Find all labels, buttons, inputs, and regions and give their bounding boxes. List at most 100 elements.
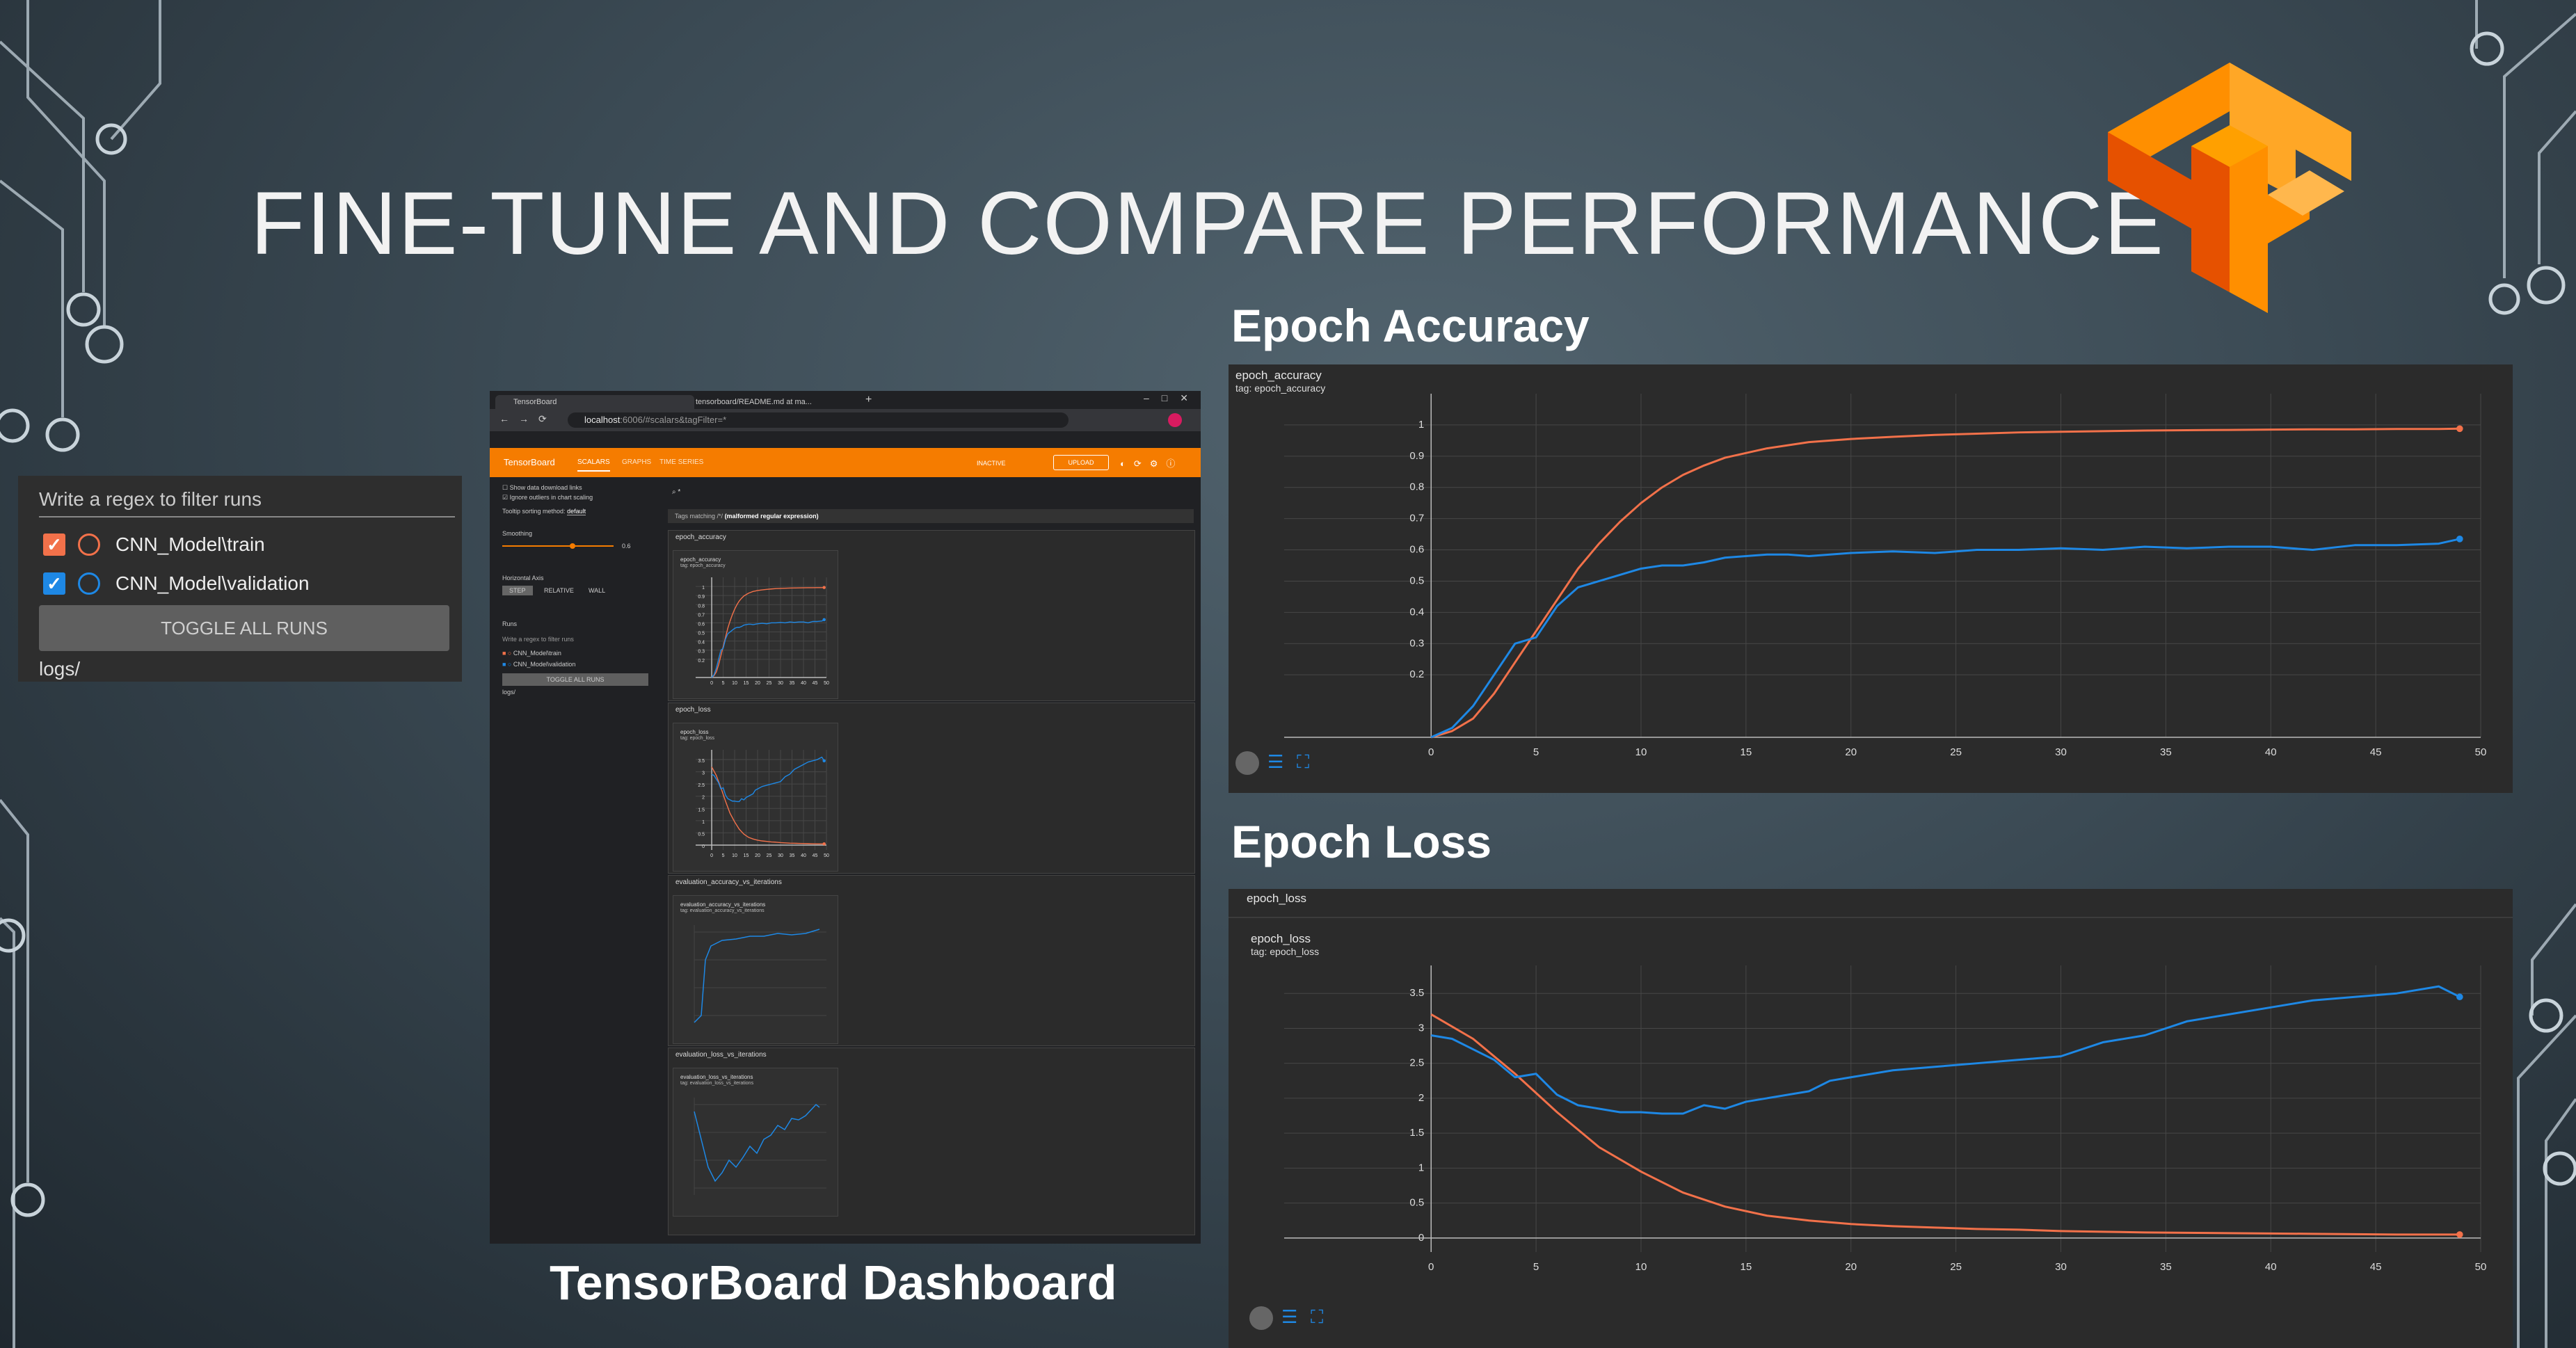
toggle-y-log-icon[interactable]: ☰: [1267, 751, 1283, 773]
tensorboard-brand: TensorBoard: [504, 457, 555, 467]
horizontal-axis-label: Horizontal Axis: [502, 575, 544, 581]
x-tick-label: 20: [1845, 1261, 1857, 1273]
runs-label: Runs: [502, 620, 518, 627]
expand-chart-icon[interactable]: [1249, 1306, 1273, 1330]
y-tick-label: 3: [702, 771, 705, 776]
x-tick-label: 20: [755, 853, 760, 858]
tb-run-train-label: CNN_Model\train: [513, 650, 561, 657]
show-download-checkbox[interactable]: ☐ Show data download links: [502, 484, 582, 492]
tb-run-filter[interactable]: Write a regex to filter runs: [502, 636, 574, 643]
x-tick-label: 35: [790, 681, 795, 686]
window-controls-icon[interactable]: –□✕: [1144, 392, 1201, 404]
y-tick-label: 3.5: [698, 759, 705, 764]
expand-chart-icon[interactable]: [1235, 751, 1259, 775]
mini-chart-tag: tag: epoch_loss: [680, 736, 715, 741]
x-tick-label: 45: [813, 681, 818, 686]
x-tick-label: 25: [767, 681, 772, 686]
tb-logdir: logs/: [502, 689, 516, 696]
tb-run-validation-label: CNN_Model\validation: [513, 661, 576, 668]
nav-arrows-icon[interactable]: ←→⟳: [499, 413, 557, 425]
url-input[interactable]: localhost:6006/#scalars&tagFilter=*: [568, 412, 1069, 428]
y-tick-label: 0.5: [698, 832, 705, 837]
smoothing-slider-handle[interactable]: [570, 543, 575, 549]
tooltip-sort[interactable]: Tooltip sorting method: default: [502, 508, 586, 515]
tb-run-train[interactable]: ■ ○ CNN_Model\train: [502, 650, 561, 657]
tab-tensorboard[interactable]: TensorBoard: [495, 395, 694, 409]
axis-wall-button[interactable]: WALL: [589, 587, 605, 594]
y-tick-label: 0.3: [698, 650, 705, 655]
tab-graphs[interactable]: GRAPHS: [622, 458, 651, 466]
dashboard-caption: TensorBoard Dashboard: [550, 1255, 1117, 1310]
upload-button[interactable]: UPLOAD: [1053, 455, 1109, 470]
new-tab-icon[interactable]: +: [865, 394, 872, 406]
run-label-train: CNN_Model\train: [115, 533, 265, 555]
smoothing-slider[interactable]: [502, 545, 614, 547]
x-tick-label: 15: [1741, 746, 1752, 758]
tooltip-sort-label: Tooltip sorting method:: [502, 508, 566, 515]
tab-scalars[interactable]: SCALARS: [577, 458, 610, 472]
toggle-y-log-icon[interactable]: ☰: [1281, 1306, 1297, 1328]
mini-chart-epoch-loss: epoch_loss tag: epoch_loss 0 0.5 1 1.5 2 2.5 3…: [673, 723, 838, 872]
fit-domain-icon[interactable]: ⛶: [1311, 1306, 1323, 1329]
panel-epoch-accuracy-title[interactable]: epoch_accuracy: [675, 533, 726, 541]
x-tick-label: 50: [824, 681, 829, 686]
panel-eval-loss-title[interactable]: evaluation_loss_vs_iterations: [675, 1051, 767, 1059]
panel-epoch-loss-title[interactable]: epoch_loss: [675, 706, 711, 714]
profile-avatar[interactable]: [1168, 413, 1182, 427]
header-icons[interactable]: ◐⟳⚙ⓘ: [1120, 456, 1183, 470]
tensorboard-header: TensorBoard SCALARS GRAPHS TIME SERIES I…: [490, 448, 1201, 477]
smoothing-value[interactable]: 0.6: [622, 543, 631, 549]
x-tick-label: 50: [824, 853, 829, 858]
series-endpoint: [822, 842, 826, 846]
mini-chart-epoch-accuracy: epoch_accuracy tag: epoch_accuracy 0.2 0.…: [673, 550, 838, 699]
panel-eval-accuracy-title[interactable]: evaluation_accuracy_vs_iterations: [675, 878, 782, 886]
tab-readme[interactable]: tensorboard/README.md at ma...: [678, 395, 856, 409]
run-filter-input[interactable]: Write a regex to filter runs: [39, 484, 455, 517]
y-tick-label: 1: [702, 820, 705, 825]
y-tick-label: 0.9: [698, 595, 705, 600]
toggle-all-runs-button[interactable]: TOGGLE ALL RUNS: [39, 605, 449, 651]
fit-domain-icon[interactable]: ⛶: [1297, 751, 1309, 773]
x-tick-label: 35: [790, 853, 795, 858]
tb-toggle-all[interactable]: TOGGLE ALL RUNS: [502, 673, 648, 686]
run-color-ring-validation: [78, 572, 100, 595]
accuracy-caption: Epoch Accuracy: [1231, 300, 1590, 351]
y-tick-label: 0.5: [1409, 1197, 1424, 1209]
tab-time-series[interactable]: TIME SERIES: [659, 458, 703, 466]
x-tick-label: 0: [1428, 1261, 1434, 1273]
accuracy-chart-plot: 0.20.30.40.50.60.70.80.910 5 10 15 20 25 30 35 4…: [1284, 394, 2487, 758]
browser-tabbar: TensorBoard tensorboard/README.md at ma.…: [490, 391, 1201, 409]
x-tick-label: 40: [2265, 1261, 2277, 1273]
series-line-validation: [711, 619, 825, 678]
x-tick-label: 20: [755, 681, 760, 686]
status-select[interactable]: INACTIVE: [977, 456, 1046, 470]
run-row-validation[interactable]: ✓ CNN_Model\validation: [43, 568, 310, 600]
x-tick-label: 35: [2160, 746, 2172, 758]
x-tick-label: 0: [710, 681, 713, 686]
axis-relative-button[interactable]: RELATIVE: [544, 587, 574, 594]
tb-run-validation[interactable]: ■ ○ CNN_Model\validation: [502, 661, 575, 668]
x-tick-label: 0: [710, 853, 713, 858]
x-tick-label: 20: [1845, 746, 1857, 758]
checkbox-validation[interactable]: ✓: [43, 572, 65, 595]
x-tick-label: 45: [2370, 746, 2382, 758]
tag-matching-bar[interactable]: Tags matching /*/ (malformed regular exp…: [668, 509, 1194, 523]
x-tick-label: 30: [778, 853, 783, 858]
y-tick-label: 0.5: [1409, 575, 1424, 586]
series-line-validation: [1430, 985, 2461, 1115]
checkbox-train[interactable]: ✓: [43, 533, 65, 556]
tab-tensorboard-label: TensorBoard: [513, 398, 557, 406]
x-tick-label: 0: [1428, 746, 1434, 758]
x-tick-label: 50: [2475, 746, 2487, 758]
axis-step-button[interactable]: STEP: [502, 586, 533, 595]
mini-chart-title: evaluation_loss_vs_iterations: [680, 1074, 753, 1080]
tag-search-input[interactable]: ⌕ *: [672, 488, 680, 496]
y-tick-label: 3: [1418, 1022, 1424, 1034]
tab-readme-label: tensorboard/README.md at ma...: [696, 398, 812, 406]
y-tick-label: 2.5: [1409, 1057, 1424, 1069]
mini-chart-plot: [694, 925, 826, 1023]
series-endpoint: [822, 586, 826, 589]
run-row-train[interactable]: ✓ CNN_Model\train: [43, 529, 265, 561]
y-tick-label: 2.5: [698, 783, 705, 788]
ignore-outliers-checkbox[interactable]: ☑ Ignore outliers in chart scaling: [502, 494, 593, 502]
